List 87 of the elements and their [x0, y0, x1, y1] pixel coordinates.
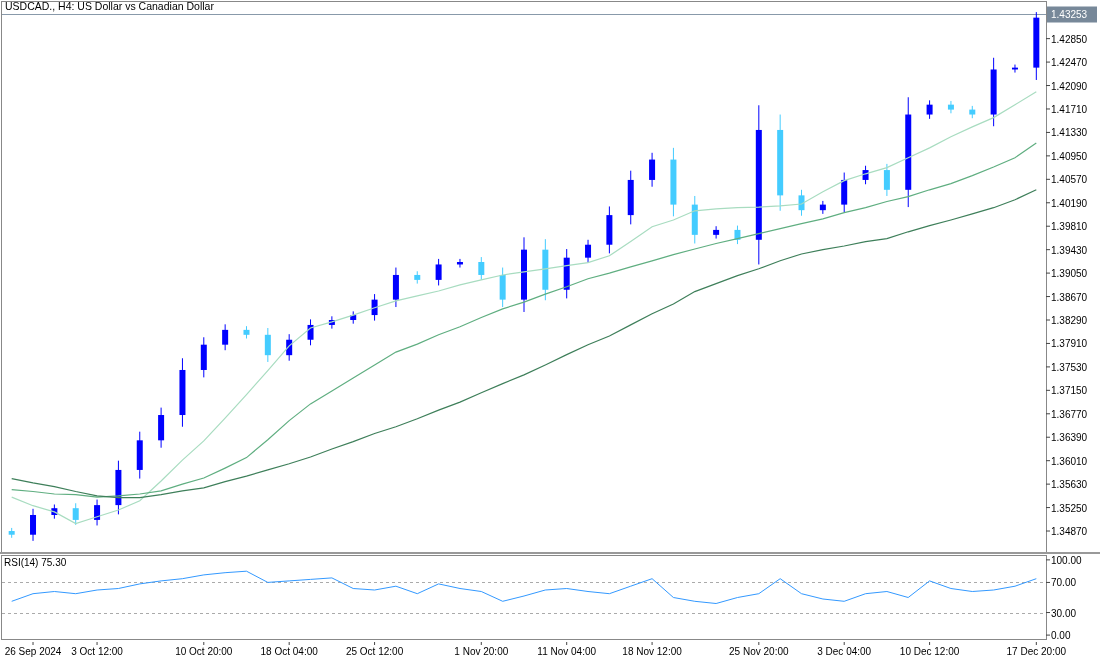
rsi-axis-label: 100.00 [1051, 554, 1082, 566]
bearish-candlestick [264, 327, 271, 363]
price-axis-label: 1.39810 [1051, 221, 1088, 233]
bearish-candlestick [414, 270, 421, 285]
price-axis-label: 1.42470 [1051, 57, 1088, 69]
bullish-candlestick [158, 407, 165, 449]
bearish-candlestick [734, 225, 741, 245]
price-axis-label: 1.42850 [1051, 33, 1088, 45]
bearish-candlestick [478, 256, 485, 281]
bearish-candlestick [798, 189, 805, 217]
price-axis-label: 1.40570 [1051, 174, 1088, 186]
bearish-candlestick [947, 100, 954, 114]
rsi-label: RSI(14) 75.30 [4, 557, 67, 568]
time-axis-label: 25 Oct 12:00 [345, 646, 404, 657]
bullish-candlestick [392, 267, 399, 308]
price-axis-label: 1.34870 [1051, 526, 1088, 537]
rsi-axis-label: 30.00 [1051, 607, 1077, 619]
bullish-candlestick [926, 99, 933, 120]
time-axis-label: 3 Oct 12:00 [71, 646, 123, 657]
bearish-candlestick [243, 325, 250, 339]
bullish-candlestick [350, 310, 357, 325]
bullish-candlestick [819, 200, 826, 215]
time-axis-label: 3 Dec 04:00 [817, 646, 872, 657]
bearish-candlestick [72, 502, 79, 526]
rsi-axis-label: 70.00 [1051, 577, 1077, 589]
price-axis-label: 1.39430 [1051, 244, 1088, 256]
bullish-candlestick [841, 172, 848, 213]
chart-title: USDCAD., H4: US Dollar vs Canadian Dollar [5, 0, 214, 12]
bearish-candlestick [883, 163, 890, 197]
time-axis-label: 10 Dec 12:00 [899, 646, 960, 657]
price-axis-label: 1.37910 [1051, 338, 1088, 350]
price-axis-label: 1.37530 [1051, 361, 1088, 373]
price-axis-label: 1.41330 [1051, 127, 1088, 139]
price-axis-label: 1.36390 [1051, 432, 1088, 444]
time-axis-label: 26 Sep 2024 [4, 646, 62, 657]
time-axis-label: 11 Nov 04:00 [537, 646, 597, 657]
bullish-candlestick [94, 499, 101, 526]
bullish-candlestick [627, 170, 634, 225]
price-axis-label: 1.35630 [1051, 479, 1088, 491]
bullish-candlestick [435, 258, 442, 286]
bearish-candlestick [8, 527, 15, 539]
bullish-candlestick [30, 508, 36, 542]
bullish-candlestick [307, 318, 314, 346]
price-axis-label: 1.39050 [1051, 268, 1088, 280]
time-axis-label: 18 Nov 12:00 [622, 646, 682, 657]
bullish-candlestick [1012, 64, 1018, 74]
bullish-candlestick [990, 57, 997, 127]
current-price-tag [1047, 6, 1097, 23]
bullish-candlestick [200, 336, 207, 378]
bullish-candlestick [1033, 11, 1040, 81]
bullish-candlestick [456, 258, 463, 269]
current-price-label: 1.43253 [1051, 9, 1088, 20]
time-axis-label: 10 Oct 20:00 [175, 646, 233, 657]
bullish-candlestick [862, 165, 869, 185]
time-axis-label: 18 Oct 04:00 [260, 646, 318, 657]
bullish-candlestick [606, 205, 613, 254]
time-axis-label: 1 Nov 20:00 [454, 646, 509, 657]
price-axis-label: 1.37150 [1051, 385, 1088, 397]
bearish-candlestick [691, 195, 698, 244]
bullish-candlestick [585, 239, 592, 264]
price-axis-label: 1.42090 [1051, 80, 1088, 92]
bullish-candlestick [115, 460, 122, 515]
rsi-axis-label: 0.00 [1051, 630, 1071, 640]
bullish-candlestick [136, 431, 143, 480]
bullish-candlestick [51, 504, 58, 520]
bullish-candlestick [222, 323, 229, 351]
price-axis-label: 1.36010 [1051, 455, 1088, 467]
bullish-candlestick [286, 333, 293, 362]
bullish-candlestick [649, 152, 656, 188]
bullish-candlestick [179, 357, 186, 428]
bearish-candlestick [969, 105, 976, 119]
price-axis-label: 1.40190 [1051, 197, 1088, 209]
price-axis-label: 1.36770 [1051, 408, 1088, 420]
time-axis-label: 25 Nov 20:00 [729, 646, 789, 657]
bullish-candlestick [328, 315, 335, 330]
bearish-candlestick [499, 267, 506, 308]
price-axis-label: 1.41710 [1051, 104, 1088, 115]
bearish-candlestick [542, 238, 549, 301]
price-axis-label: 1.40950 [1051, 150, 1088, 162]
bearish-candlestick [670, 147, 677, 217]
bullish-candlestick [713, 225, 720, 240]
time-axis-label: 17 Dec 20:00 [1006, 646, 1067, 657]
bullish-candlestick [563, 248, 570, 299]
price-axis-label: 1.38290 [1051, 315, 1088, 326]
price-axis-label: 1.35250 [1051, 502, 1088, 514]
bullish-candlestick [371, 293, 378, 322]
price-axis-label: 1.38670 [1051, 291, 1088, 303]
